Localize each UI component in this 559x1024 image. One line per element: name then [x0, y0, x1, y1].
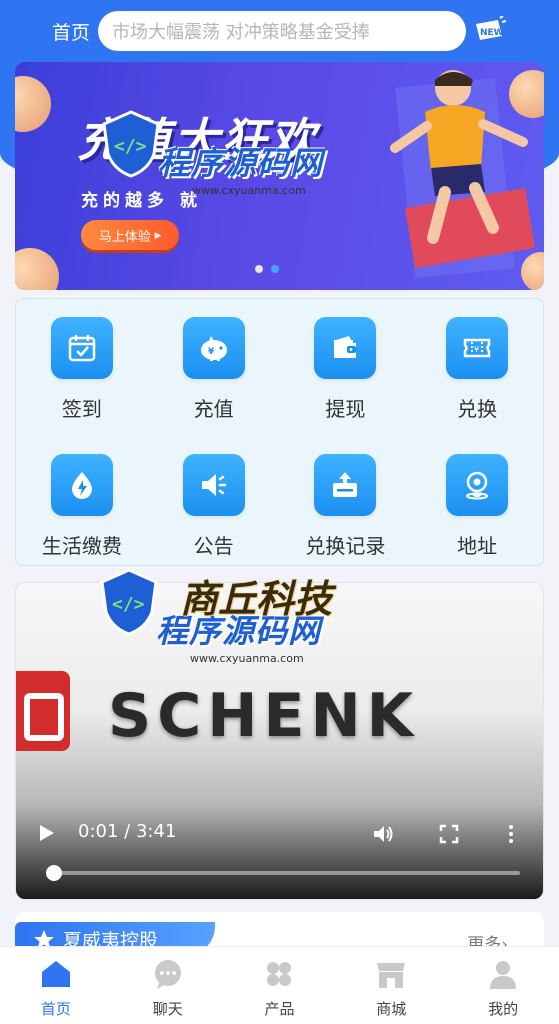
play-icon[interactable]: [36, 823, 56, 843]
carousel-dot[interactable]: [255, 265, 263, 273]
new-badge-text: NEW: [480, 28, 504, 38]
tab-label: 首页: [40, 1000, 71, 1018]
video-progress-bar[interactable]: [46, 865, 520, 881]
quick-action-item[interactable]: 兑换记录: [280, 454, 412, 559]
new-badge-icon[interactable]: NEW: [474, 15, 507, 44]
svg-text:¥: ¥: [208, 347, 215, 357]
quick-action-label: 兑换: [457, 397, 498, 421]
carousel-dot-active[interactable]: [271, 265, 279, 273]
carousel-indicator: [255, 265, 279, 273]
upload-box-icon[interactable]: [314, 454, 377, 516]
store-icon: [374, 957, 408, 991]
video-progress-handle[interactable]: [46, 865, 62, 881]
tab-store[interactable]: 商城: [335, 947, 447, 1024]
piggy-bank-icon[interactable]: ¥: [182, 317, 245, 379]
user-icon: [486, 957, 520, 991]
tab-chat[interactable]: 聊天: [112, 947, 224, 1024]
quick-action-label: 公告: [193, 534, 234, 558]
banner-subtitle: 充的越多 就: [81, 191, 202, 211]
tab-label: 商城: [376, 1000, 407, 1018]
svg-text:¥: ¥: [474, 345, 479, 354]
video-duration: 3:41: [135, 821, 177, 842]
coin-decoration: [15, 248, 59, 290]
chevron-right-icon: ▸: [154, 227, 162, 243]
quick-action-item[interactable]: 提现: [280, 317, 412, 422]
quick-action-label: 生活缴费: [41, 534, 122, 558]
calendar-check-icon[interactable]: [50, 317, 113, 379]
quick-action-item[interactable]: 签到: [16, 317, 148, 422]
banner-cta-button[interactable]: 马上体验 ▸: [81, 220, 179, 250]
tab-label: 我的: [488, 1000, 519, 1018]
quick-action-item[interactable]: ¥ 充值: [148, 317, 280, 422]
video-time-separator: /: [124, 821, 131, 842]
bottom-tab-bar: 首页 聊天 产品 商城 我的: [0, 946, 559, 1024]
location-pin-icon[interactable]: [446, 454, 509, 516]
volume-icon[interactable]: [372, 823, 394, 845]
brand-watermark-logo: 商丘科技: [180, 577, 333, 621]
more-options-icon[interactable]: [500, 823, 522, 845]
video-brand-logo: [16, 671, 70, 751]
chat-icon: [151, 957, 185, 991]
quick-actions-grid: 签到 ¥ 充值 提现 ¥ 兑换生活缴费 公告 兑换记录 地址: [16, 317, 543, 559]
quick-action-label: 提现: [325, 397, 366, 421]
tab-home[interactable]: 首页: [0, 947, 112, 1024]
video-controls: 0:01 / 3:41: [16, 789, 543, 899]
quick-action-label: 地址: [457, 534, 498, 558]
video-brand-text: SCHENK: [108, 681, 420, 751]
video-current-time: 0:01: [78, 821, 119, 842]
grid-icon: [262, 957, 296, 991]
tab-grid[interactable]: 产品: [224, 947, 336, 1024]
banner-title: 充值大狂欢: [77, 113, 317, 167]
tab-user[interactable]: 我的: [447, 947, 559, 1024]
quick-action-item[interactable]: 公告: [148, 454, 280, 559]
tab-label: 产品: [264, 1000, 295, 1018]
marquee-text: 市场大幅震荡 对冲策略基金受捧: [112, 22, 370, 43]
video-player[interactable]: SCHENK 0:01 / 3:41: [15, 582, 544, 900]
coin-decoration: [15, 76, 51, 132]
tab-label: 聊天: [152, 1000, 183, 1018]
quick-action-item[interactable]: ¥ 兑换: [411, 317, 543, 422]
person-on-phone-illustration: [390, 70, 535, 278]
quick-actions-card: 签到 ¥ 充值 提现 ¥ 兑换生活缴费 公告 兑换记录 地址: [15, 298, 544, 566]
speaker-icon[interactable]: [182, 454, 245, 516]
quick-action-item[interactable]: 地址: [411, 454, 543, 559]
home-icon: [39, 957, 73, 991]
flame-drop-icon[interactable]: [50, 454, 113, 516]
quick-action-item[interactable]: 生活缴费: [16, 454, 148, 559]
fullscreen-icon[interactable]: [438, 823, 460, 845]
page-title: 首页: [52, 22, 91, 44]
header: 首页 市场大幅震荡 对冲策略基金受捧 NEW: [0, 0, 559, 62]
quick-action-label: 充值: [193, 397, 234, 421]
wallet-icon[interactable]: [314, 317, 377, 379]
news-marquee[interactable]: 市场大幅震荡 对冲策略基金受捧: [98, 11, 466, 51]
ticket-icon[interactable]: ¥: [446, 317, 509, 379]
quick-action-label: 兑换记录: [305, 534, 386, 558]
promo-banner[interactable]: 充值大狂欢 充的越多 就 马上体验 ▸: [15, 62, 544, 290]
banner-cta-label: 马上体验: [98, 229, 151, 245]
video-time: 0:01 / 3:41: [78, 821, 176, 842]
quick-action-label: 签到: [61, 397, 102, 421]
